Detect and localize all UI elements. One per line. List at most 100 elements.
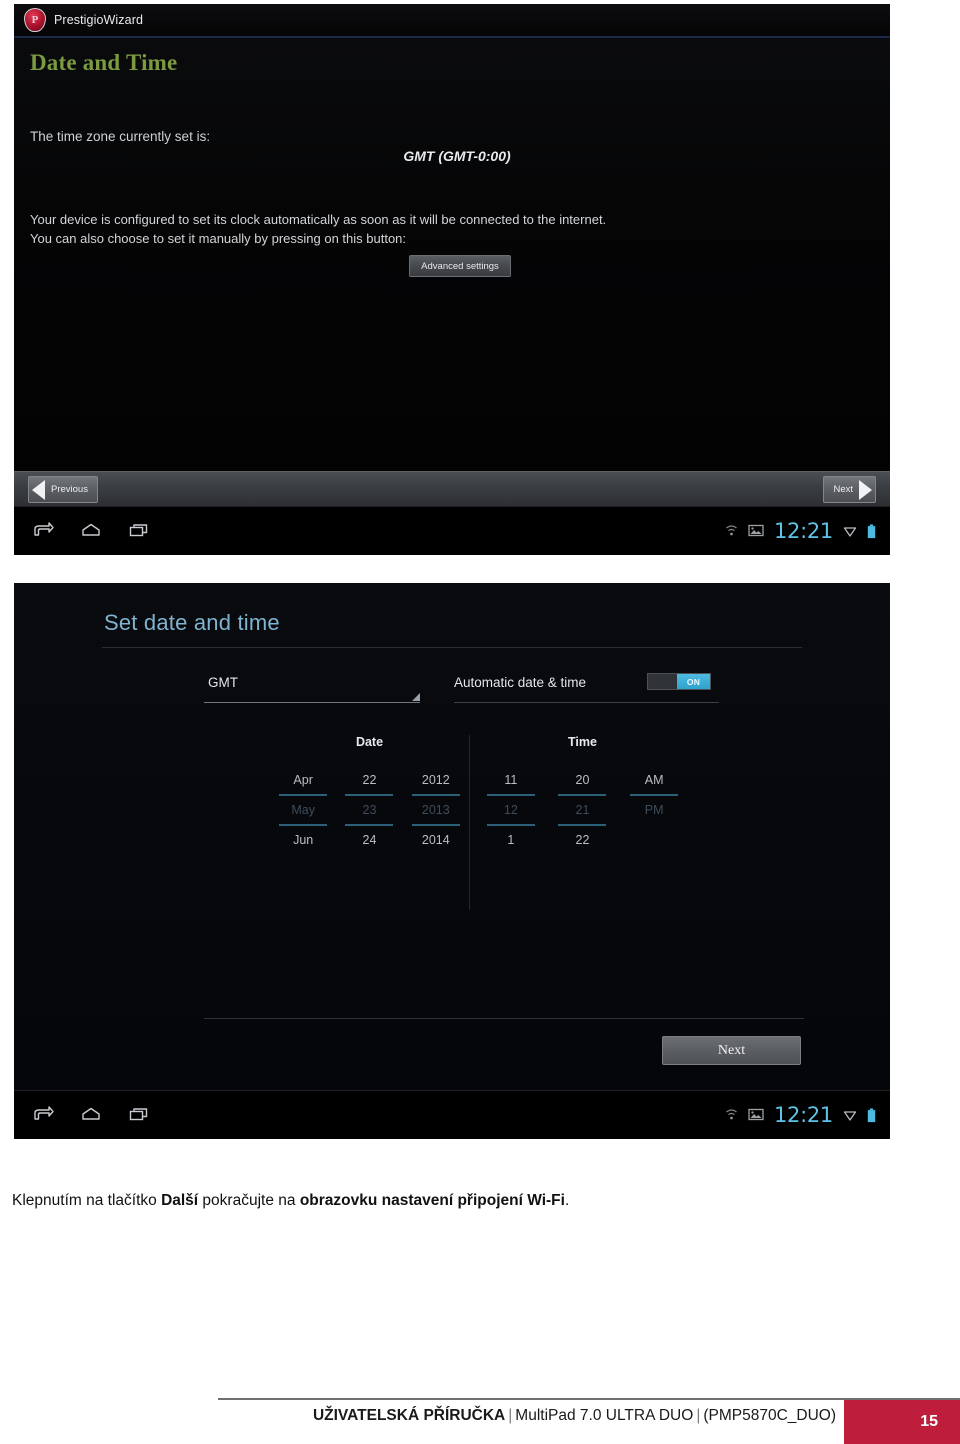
wizard-app-name: PrestigioWizard xyxy=(54,13,144,27)
status-clock-one: 12:21 xyxy=(773,519,833,543)
picker-line xyxy=(279,824,328,826)
android-system-bar-one: 12:21 xyxy=(14,506,890,555)
title-divider xyxy=(102,647,802,648)
back-icon[interactable] xyxy=(32,522,54,540)
advanced-settings-button[interactable]: Advanced settings xyxy=(409,255,511,277)
day-value-selected: 23 xyxy=(362,803,377,817)
page-number-badge: 15 xyxy=(844,1400,960,1444)
system-status-icons: 12:21 xyxy=(725,507,876,555)
caption-part-2: pokračujte na xyxy=(198,1192,300,1209)
screenshot-set-date-and-time: Set date and time GMT Automatic date & t… xyxy=(14,583,890,1139)
day-value-below: 24 xyxy=(362,833,377,847)
hour-picker-column[interactable]: 11 12 1 xyxy=(482,767,540,853)
timezone-spinner-value: GMT xyxy=(208,675,238,690)
picker-line xyxy=(558,824,607,826)
bottom-divider xyxy=(204,1018,804,1019)
picker-line xyxy=(630,794,679,796)
caption-bold-wifi: obrazovku nastavení připojení Wi-Fi xyxy=(299,1192,565,1209)
description-line-2: You can also choose to set it manually b… xyxy=(30,231,407,246)
footer-text: UŽIVATELSKÁ PŘÍRUČKA | MultiPad 7.0 ULTRA … xyxy=(313,1407,836,1425)
next-button-screen-two[interactable]: Next xyxy=(662,1036,801,1065)
footer-separator-1: | xyxy=(508,1407,513,1424)
picker-divider xyxy=(469,735,470,910)
month-value-selected: May xyxy=(291,803,315,817)
battery-icon xyxy=(867,1108,876,1123)
picker-line xyxy=(630,824,678,826)
picker-line xyxy=(411,824,460,826)
set-date-time-title: Set date and time xyxy=(104,610,280,635)
year-value-below: 2014 xyxy=(421,833,450,847)
caption-part-3: . xyxy=(564,1192,570,1209)
wizard-navigation-bar: Previous Next xyxy=(14,471,890,507)
year-value-selected: 2013 xyxy=(421,803,450,817)
picker-line xyxy=(345,824,394,826)
prestigio-shield-logo-icon: P xyxy=(24,8,46,32)
month-picker-column[interactable]: Apr May Jun xyxy=(274,767,332,853)
screenshot-prestigio-wizard-date-time: P PrestigioWizard Date and Time The time… xyxy=(14,4,890,555)
picker-line xyxy=(279,794,328,796)
status-clock-two: 12:21 xyxy=(773,1103,833,1127)
page-footer: UŽIVATELSKÁ PŘÍRUČKA | MultiPad 7.0 ULTRA … xyxy=(0,1398,960,1444)
meridiem-value-above: AM xyxy=(644,773,664,787)
next-button-label: Next xyxy=(833,484,853,495)
footer-model-number: (PMP5870C_DUO) xyxy=(703,1407,836,1424)
screenshot-image-icon xyxy=(748,524,764,538)
minute-value-above: 20 xyxy=(575,773,590,787)
timezone-spinner[interactable]: GMT xyxy=(204,673,420,703)
year-picker-column[interactable]: 2012 2013 2014 xyxy=(407,767,465,853)
arrow-left-icon xyxy=(32,479,45,500)
screenshot-image-icon xyxy=(748,1108,764,1122)
logo-glyph: P xyxy=(31,14,39,26)
previous-button[interactable]: Previous xyxy=(28,476,98,503)
description-line-1: Your device is configured to set its clo… xyxy=(30,212,607,227)
instruction-caption: Klepnutím na tlačítko Další pokračujte n… xyxy=(12,1192,852,1210)
wifi-signal-icon xyxy=(725,524,738,538)
toggle-track-off xyxy=(648,674,677,689)
minute-value-below: 22 xyxy=(575,833,590,847)
automatic-date-time-row[interactable]: Automatic date & time ON xyxy=(454,673,719,703)
footer-separator-2: | xyxy=(696,1407,701,1424)
month-value-above: Apr xyxy=(293,773,313,787)
day-picker-column[interactable]: 22 23 24 xyxy=(340,767,398,853)
picker-line xyxy=(486,824,535,826)
meridiem-picker-column[interactable]: AM PM xyxy=(625,767,683,853)
android-system-bar-two: 12:21 xyxy=(14,1090,890,1139)
time-picker-group: Time 11 12 1 20 21 22 AM PM xyxy=(475,735,690,853)
automatic-row-underline xyxy=(454,702,719,703)
hour-value-above: 11 xyxy=(504,773,518,787)
recent-apps-icon[interactable] xyxy=(128,1106,150,1124)
caption-bold-dalsi: Další xyxy=(161,1192,199,1209)
minute-picker-column[interactable]: 20 21 22 xyxy=(553,767,611,853)
timezone-value: GMT (GMT-0:00) xyxy=(403,148,511,164)
system-navigation-buttons xyxy=(32,1091,150,1139)
day-value-above: 22 xyxy=(362,773,377,787)
dropdown-caret-icon xyxy=(412,693,420,701)
year-value-above: 2012 xyxy=(421,773,450,787)
wizard-title-bar: P PrestigioWizard xyxy=(14,4,890,38)
next-button[interactable]: Next xyxy=(823,476,876,503)
meridiem-value-selected: PM xyxy=(644,803,664,817)
picker-line xyxy=(345,794,394,796)
picker-line xyxy=(558,794,607,796)
footer-manual-label: UŽIVATELSKÁ PŘÍRUČKA xyxy=(312,1407,506,1424)
footer-device-name: MultiPad 7.0 ULTRA DUO xyxy=(515,1407,694,1424)
battery-icon xyxy=(867,524,876,539)
wizard-description: Your device is configured to set its clo… xyxy=(30,210,730,248)
hour-value-below: 1 xyxy=(507,833,515,847)
spinner-underline xyxy=(204,702,420,703)
timezone-label: The time zone currently set is: xyxy=(30,129,211,144)
hour-value-selected: 12 xyxy=(503,803,518,817)
home-icon[interactable] xyxy=(80,1106,102,1124)
automatic-date-time-toggle[interactable]: ON xyxy=(647,673,711,690)
home-icon[interactable] xyxy=(80,522,102,540)
system-navigation-buttons xyxy=(32,507,150,555)
download-triangle-icon xyxy=(843,1109,857,1122)
time-picker-title: Time xyxy=(568,735,597,749)
page-title: Date and Time xyxy=(30,50,178,75)
download-triangle-icon xyxy=(843,525,857,538)
automatic-date-time-label: Automatic date & time xyxy=(454,675,587,690)
back-icon[interactable] xyxy=(32,1106,54,1124)
recent-apps-icon[interactable] xyxy=(128,522,150,540)
date-picker-group: Date Apr May Jun 22 23 24 2012 2013 2014 xyxy=(270,735,469,853)
wifi-signal-icon xyxy=(725,1108,738,1122)
